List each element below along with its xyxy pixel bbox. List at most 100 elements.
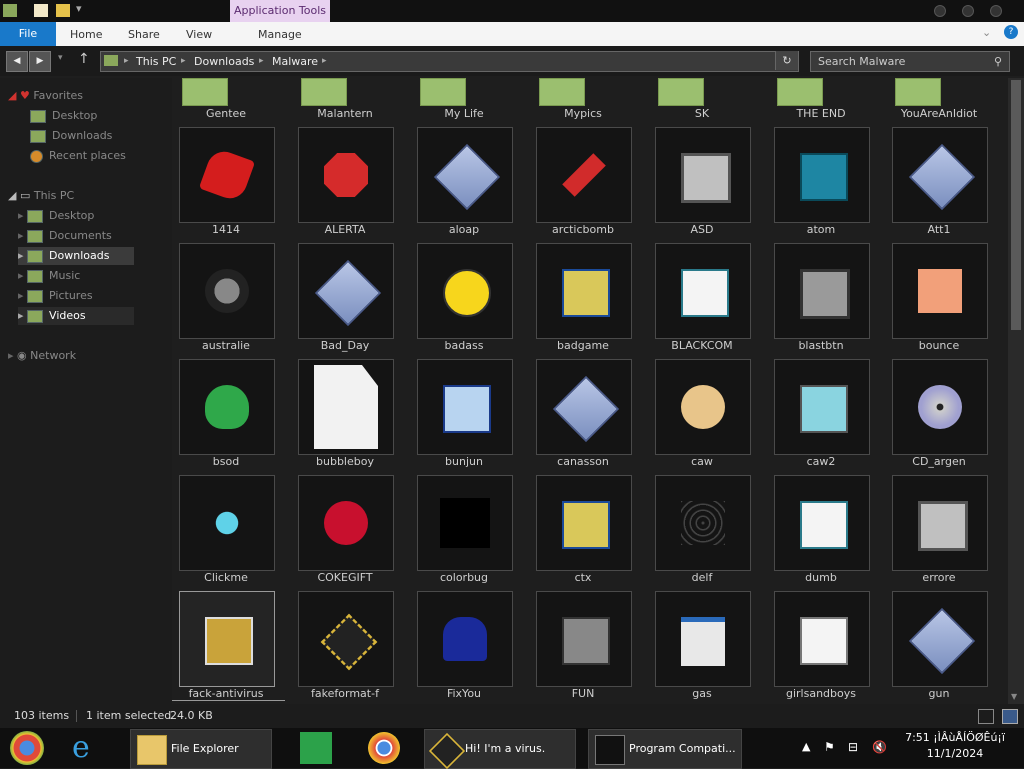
store-icon[interactable]	[300, 732, 332, 764]
file-item[interactable]	[179, 243, 275, 339]
internet-explorer-icon[interactable]: e	[72, 732, 104, 764]
network-group[interactable]: ▸ ◉ Network	[8, 347, 76, 365]
folder-item-label[interactable]: Mypics	[524, 107, 642, 120]
file-item-label: colorbug	[439, 571, 489, 584]
file-item[interactable]	[417, 591, 513, 687]
scroll-down-icon[interactable]: ▼	[1011, 692, 1017, 701]
maximize-button[interactable]	[962, 5, 974, 17]
file-item[interactable]	[892, 359, 988, 455]
this-pc-group[interactable]: ◢ ▭ This PC	[8, 187, 74, 205]
file-item[interactable]	[655, 475, 751, 571]
recent-locations-icon[interactable]: ▾	[58, 53, 63, 63]
nav-item-recent-places[interactable]: Recent places	[30, 147, 126, 165]
folder-icon	[137, 735, 167, 765]
folder-item-label[interactable]: Gentee	[172, 107, 285, 120]
favorites-group[interactable]: ◢ ♥ Favorites	[8, 87, 83, 105]
file-item[interactable]	[298, 359, 394, 455]
file-item[interactable]	[298, 475, 394, 571]
file-item[interactable]	[892, 591, 988, 687]
search-icon[interactable]: ⚲	[988, 51, 1008, 72]
nav-item-music[interactable]: ▸ Music	[18, 267, 80, 285]
file-item[interactable]	[536, 127, 632, 223]
file-item[interactable]	[298, 591, 394, 687]
taskbar-program-compatibility[interactable]: Program Compati...	[588, 729, 742, 769]
file-item-label: blastbtn	[798, 339, 844, 352]
file-item[interactable]	[774, 243, 870, 339]
properties-icon[interactable]	[34, 4, 48, 17]
details-view-icon[interactable]	[978, 709, 994, 724]
nav-item-downloads-pc[interactable]: ▸ Downloads	[18, 247, 134, 265]
file-item-label: bunjun	[445, 455, 483, 468]
file-item[interactable]	[774, 591, 870, 687]
expand-ribbon-icon[interactable]: ⌄	[982, 26, 991, 39]
file-item[interactable]	[536, 591, 632, 687]
up-arrow-icon[interactable]: ↑	[78, 51, 90, 67]
file-item[interactable]	[179, 127, 275, 223]
tab-view[interactable]: View	[186, 22, 212, 46]
file-item-label: gas	[692, 687, 712, 700]
file-item[interactable]	[655, 127, 751, 223]
large-icons-view-icon[interactable]	[1002, 709, 1018, 724]
file-item[interactable]	[536, 359, 632, 455]
network-status-icon[interactable]: ⊟	[848, 740, 858, 754]
chrome-icon[interactable]	[368, 732, 400, 764]
volume-muted-icon[interactable]: 🔇	[872, 740, 887, 754]
folder-item-label[interactable]: YouAreAnIdiot	[880, 107, 998, 120]
skull-icon	[205, 269, 249, 313]
folder-item-label[interactable]: SK	[643, 107, 761, 120]
file-item[interactable]	[298, 243, 394, 339]
file-item[interactable]	[417, 243, 513, 339]
folder-item-label[interactable]: Malantern	[286, 107, 404, 120]
installer-diamond-icon	[908, 143, 976, 211]
file-item[interactable]	[774, 359, 870, 455]
nav-item-desktop-pc[interactable]: ▸ Desktop	[18, 207, 94, 225]
help-icon[interactable]: ?	[1004, 25, 1018, 39]
tab-file[interactable]: File	[0, 22, 56, 46]
tab-share[interactable]: Share	[128, 22, 160, 46]
close-button[interactable]	[990, 5, 1002, 17]
breadcrumb-malware[interactable]: Malware	[272, 51, 318, 72]
nav-item-downloads[interactable]: Downloads	[30, 127, 112, 145]
taskbar-file-explorer[interactable]: File Explorer	[130, 729, 272, 769]
file-item-label: delf	[691, 571, 713, 584]
file-item[interactable]	[892, 243, 988, 339]
clock[interactable]: 7:51 ¡ÌÂùÅÍÖØÊú¡ï 11/1/2024	[900, 730, 1010, 762]
breadcrumb-this-pc[interactable]: This PC	[136, 51, 176, 72]
start-button-icon[interactable]	[10, 731, 44, 765]
minimize-button[interactable]	[934, 5, 946, 17]
file-item[interactable]	[179, 359, 275, 455]
file-item[interactable]	[417, 475, 513, 571]
file-item[interactable]	[892, 127, 988, 223]
nav-item-desktop[interactable]: Desktop	[30, 107, 97, 125]
file-item[interactable]	[774, 475, 870, 571]
tab-manage[interactable]: Manage	[258, 22, 302, 46]
file-item[interactable]	[655, 591, 751, 687]
file-item[interactable]	[655, 243, 751, 339]
file-item[interactable]	[298, 127, 394, 223]
folder-item-label[interactable]: My Life	[405, 107, 523, 120]
file-item[interactable]	[655, 359, 751, 455]
quick-access-dropdown-icon[interactable]: ▾	[76, 2, 82, 15]
file-item[interactable]	[417, 359, 513, 455]
scrollbar-thumb[interactable]	[1011, 80, 1021, 330]
nav-item-documents[interactable]: ▸ Documents	[18, 227, 112, 245]
breadcrumb-downloads[interactable]: Downloads	[194, 51, 254, 72]
tab-home[interactable]: Home	[70, 22, 102, 46]
new-folder-icon[interactable]	[56, 4, 70, 17]
folder-item-label[interactable]: THE END	[762, 107, 880, 120]
taskbar-virus-window[interactable]: Hi! I'm a virus.	[424, 729, 576, 769]
file-item[interactable]	[417, 127, 513, 223]
forward-button[interactable]: ▶	[29, 51, 51, 72]
file-item[interactable]	[179, 475, 275, 571]
file-item[interactable]	[892, 475, 988, 571]
nav-item-pictures[interactable]: ▸ Pictures	[18, 287, 93, 305]
file-item[interactable]	[536, 243, 632, 339]
show-hidden-icons-icon[interactable]: ▲	[802, 740, 810, 753]
nav-item-videos[interactable]: ▸ Videos	[18, 307, 134, 325]
file-item[interactable]	[179, 591, 275, 687]
refresh-button[interactable]: ↻	[775, 51, 798, 70]
back-button[interactable]: ◀	[6, 51, 28, 72]
action-center-flag-icon[interactable]: ⚑	[824, 740, 835, 754]
file-item[interactable]	[536, 475, 632, 571]
file-item[interactable]	[774, 127, 870, 223]
